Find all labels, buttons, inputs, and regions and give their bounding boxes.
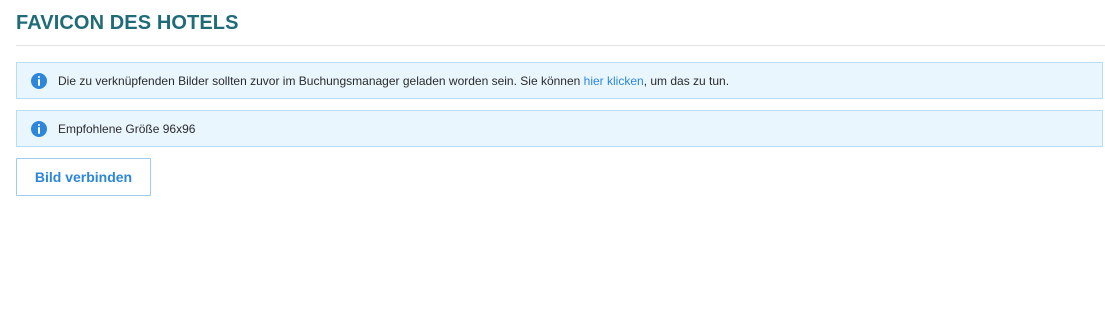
info-alert-text: Die zu verknüpfenden Bilder sollten zuvo… [58,74,729,88]
info-alert-text-after: , um das zu tun. [643,73,730,88]
info-icon [31,72,47,89]
info-icon [31,120,47,137]
info-alert-text-before: Die zu verknüpfenden Bilder sollten zuvo… [58,73,584,88]
link-image-button[interactable]: Bild verbinden [16,158,151,196]
recommended-size-text: Empfohlene Größe 96x96 [58,121,196,136]
page-title: FAVICON DES HOTELS [16,12,239,34]
info-alert-recommended-size: Empfohlene Größe 96x96 [16,110,1103,147]
title-divider [16,45,1105,46]
favicon-settings-page: FAVICON DES HOTELS Die zu verknüpfenden … [0,0,1105,324]
info-alert-upload-hint: Die zu verknüpfenden Bilder sollten zuvo… [16,62,1103,99]
booking-manager-link[interactable]: hier klicken [584,74,644,88]
